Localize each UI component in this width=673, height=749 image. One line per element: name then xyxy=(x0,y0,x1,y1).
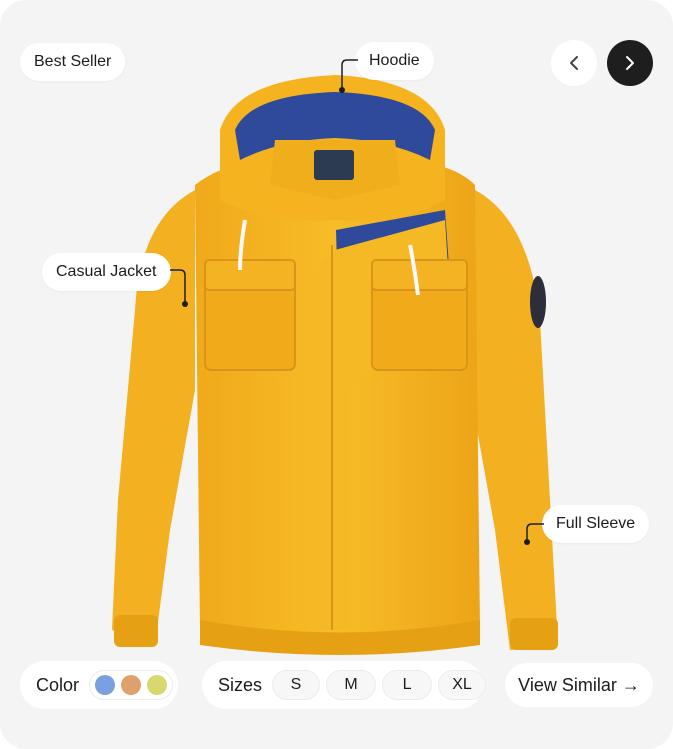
color-swatch-blue[interactable] xyxy=(95,675,116,695)
view-similar-button[interactable]: View Similar → xyxy=(505,663,653,707)
best-seller-badge: Best Seller xyxy=(20,43,126,81)
color-selector: Color xyxy=(20,661,178,709)
hoodie-callout: Hoodie xyxy=(355,42,434,80)
casual-jacket-leader-line xyxy=(170,269,188,307)
best-seller-label: Best Seller xyxy=(34,53,112,70)
view-similar-label: View Similar → xyxy=(518,674,640,695)
size-option-label: M xyxy=(344,676,358,693)
hoodie-label: Hoodie xyxy=(369,52,420,69)
casual-jacket-label: Casual Jacket xyxy=(56,263,157,280)
size-option-m[interactable]: M xyxy=(326,670,377,700)
full-sleeve-label: Full Sleeve xyxy=(556,515,636,532)
size-option-l[interactable]: L xyxy=(382,670,433,700)
size-option-label: S xyxy=(290,676,302,693)
size-selector: Sizes S M L XL xyxy=(202,661,487,709)
size-option-label: XL xyxy=(452,676,472,693)
color-label: Color xyxy=(36,674,80,695)
jacket-image xyxy=(112,75,558,655)
size-option-s[interactable]: S xyxy=(272,670,321,700)
color-swatch-yellow-green[interactable] xyxy=(147,675,168,695)
casual-jacket-callout: Casual Jacket xyxy=(42,253,171,291)
chevron-right-icon xyxy=(626,56,634,70)
color-swatch-group xyxy=(89,670,174,700)
chevron-left-icon xyxy=(570,56,578,70)
color-swatch-tan[interactable] xyxy=(121,675,142,695)
size-option-label: L xyxy=(402,676,412,693)
full-sleeve-callout: Full Sleeve xyxy=(542,505,650,543)
next-button[interactable] xyxy=(607,40,653,86)
full-sleeve-leader-line xyxy=(524,523,544,545)
previous-button[interactable] xyxy=(551,40,597,86)
hoodie-leader-line xyxy=(339,59,358,93)
sizes-label: Sizes xyxy=(218,674,263,695)
size-option-xl[interactable]: XL xyxy=(438,670,487,700)
product-card: Best Seller Hoodie Casual Jacket Full Sl… xyxy=(0,0,673,749)
